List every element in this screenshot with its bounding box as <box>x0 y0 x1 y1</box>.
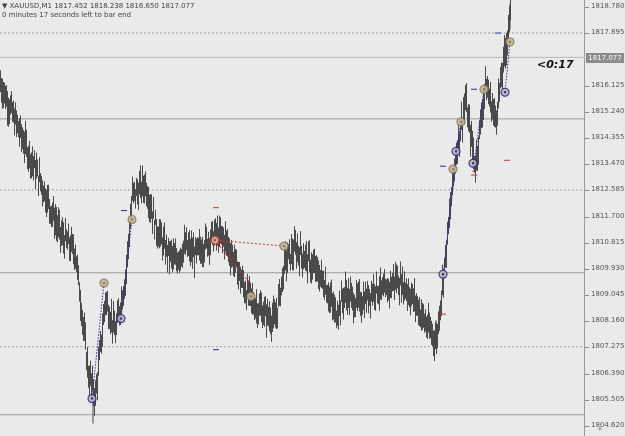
trade-marker-dot <box>451 167 455 171</box>
price-tick-mark <box>585 164 589 166</box>
price-tick-label: 1806.390 <box>591 368 625 377</box>
price-tick-mark <box>585 295 589 297</box>
trade-marker-dot <box>119 317 123 320</box>
chart-window: ▼ XAUUSD,M1 1817.452 1818.238 1816.650 1… <box>0 0 625 436</box>
countdown-label: <0:17 <box>537 58 574 71</box>
price-tick-mark <box>585 321 589 323</box>
price-tick-label: 1805.505 <box>591 394 625 403</box>
price-tick-label: 1809.930 <box>591 263 625 272</box>
price-tick-label: 1808.160 <box>591 316 625 325</box>
trade-marker-dot <box>130 218 134 221</box>
trade-marker-dot <box>282 244 286 248</box>
trade-marker-dot <box>508 40 512 44</box>
price-tick-mark <box>585 399 589 401</box>
trade-marker-dot <box>454 150 458 153</box>
symbol-info-text: ▼ XAUUSD,M1 1817.452 1818.238 1816.650 1… <box>2 2 195 10</box>
current-price-badge: 1817.077 <box>586 53 624 63</box>
price-tick-mark <box>585 137 589 139</box>
price-tick-mark <box>585 7 589 8</box>
price-chart-svg <box>0 0 585 424</box>
trade-marker-dot <box>90 397 94 400</box>
price-tick-label: 1817.895 <box>591 28 625 37</box>
price-tick-label: 1815.240 <box>591 106 625 115</box>
trade-marker-dot <box>471 162 475 165</box>
price-tick-mark <box>585 33 589 35</box>
trade-marker-dot <box>441 273 445 276</box>
price-tick-label: 1804.620 <box>591 421 625 429</box>
axis-corner-label: + <box>597 425 603 433</box>
price-tick-mark <box>585 85 589 87</box>
price-tick-mark <box>585 190 589 192</box>
price-axis[interactable]: 1818.780 1817.895 1816.125 1815.240 1814.355… <box>585 0 625 436</box>
price-tick-mark <box>585 268 589 270</box>
trade-marker-dot <box>102 281 106 285</box>
price-tick-label: 1818.780 <box>591 2 625 10</box>
trade-marker-dot <box>459 120 463 124</box>
price-tick-label: 1810.815 <box>591 237 625 246</box>
bar-timer-text: 0 minutes 17 seconds left to bar end <box>2 11 132 19</box>
price-tick-label: 1812.585 <box>591 185 625 194</box>
price-tick-label: 1816.125 <box>591 80 625 89</box>
price-tick-mark <box>585 111 589 113</box>
trade-marker-dot <box>482 88 486 91</box>
price-tick-mark <box>585 347 589 349</box>
price-tick-mark <box>585 373 589 375</box>
trade-marker-dot <box>249 295 253 298</box>
price-tick-label: 1809.045 <box>591 290 625 299</box>
price-plot-area[interactable]: ▼ XAUUSD,M1 1817.452 1818.238 1816.650 1… <box>0 0 585 436</box>
price-tick-mark <box>585 216 589 218</box>
price-tick-label: 1814.355 <box>591 132 625 141</box>
price-tick-label: 1813.470 <box>591 159 625 168</box>
price-tick-label: 1811.700 <box>591 211 625 220</box>
price-tick-label: 1807.275 <box>591 342 625 351</box>
price-tick-mark <box>585 242 589 244</box>
trade-marker-dot <box>213 238 217 242</box>
price-tick-mark <box>585 426 589 427</box>
trade-marker-dot <box>503 91 507 94</box>
